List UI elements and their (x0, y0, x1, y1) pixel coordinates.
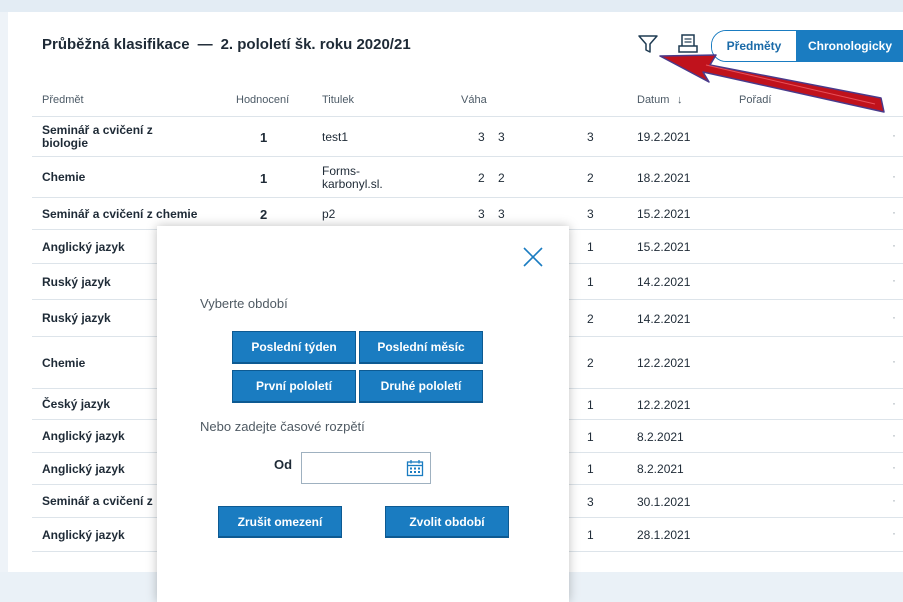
red-arrow-annotation (659, 54, 885, 113)
